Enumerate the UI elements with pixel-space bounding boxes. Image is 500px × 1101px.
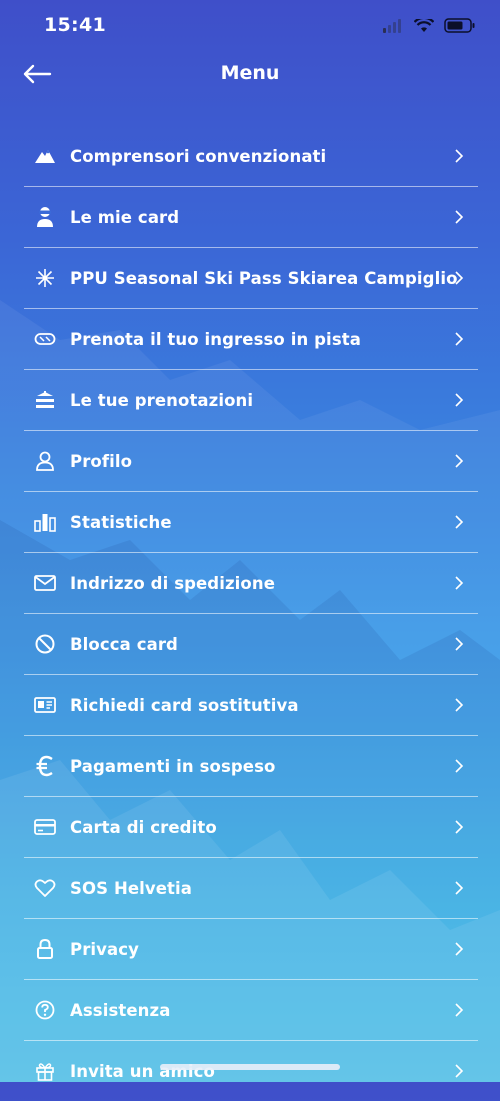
chairlift-icon <box>34 389 56 411</box>
chevron-right-icon <box>455 454 464 468</box>
chevron-right-icon <box>455 881 464 895</box>
menu-item-label: Pagamenti in sospeso <box>70 756 276 776</box>
chevron-right-icon <box>455 942 464 956</box>
menu-list: Comprensori convenzionati Le mie card PP… <box>24 126 478 1101</box>
status-time: 15:41 <box>44 14 106 36</box>
home-indicator[interactable] <box>160 1064 340 1070</box>
menu-item-le-mie-card[interactable]: Le mie card <box>24 187 478 248</box>
question-icon <box>34 999 56 1021</box>
menu-item-label: PPU Seasonal Ski Pass Skiarea Campiglio <box>70 268 458 288</box>
page-title: Menu <box>220 62 280 84</box>
menu-item-label: Prenota il tuo ingresso in pista <box>70 329 361 349</box>
menu-item-blocca-card[interactable]: Blocca card <box>24 614 478 675</box>
chevron-right-icon <box>455 271 464 285</box>
menu-item-richiedi-card[interactable]: Richiedi card sostitutiva <box>24 675 478 736</box>
chevron-right-icon <box>455 637 464 651</box>
menu-item-label: Assistenza <box>70 1000 171 1020</box>
chevron-right-icon <box>455 576 464 590</box>
menu-item-label: Carta di credito <box>70 817 217 837</box>
chevron-right-icon <box>455 820 464 834</box>
battery-icon <box>444 18 475 33</box>
chevron-right-icon <box>455 698 464 712</box>
menu-item-label: Profilo <box>70 451 133 471</box>
menu-item-le-tue-prenotazioni[interactable]: Le tue prenotazioni <box>24 370 478 431</box>
chevron-right-icon <box>455 1064 464 1078</box>
chevron-right-icon <box>455 149 464 163</box>
menu-item-label: Privacy <box>70 939 140 959</box>
bar-chart-icon <box>34 511 56 533</box>
block-icon <box>34 633 56 655</box>
heart-icon <box>34 877 56 899</box>
chevron-right-icon <box>455 210 464 224</box>
menu-item-sos-helvetia[interactable]: SOS Helvetia <box>24 858 478 919</box>
credit-card-icon <box>34 816 56 838</box>
goggles-icon <box>34 328 56 350</box>
envelope-icon <box>34 572 56 594</box>
chevron-right-icon <box>455 1003 464 1017</box>
header: Menu <box>0 54 500 94</box>
menu-item-privacy[interactable]: Privacy <box>24 919 478 980</box>
menu-item-label: Richiedi card sostitutiva <box>70 695 299 715</box>
menu-item-label: Comprensori convenzionati <box>70 146 327 166</box>
chevron-right-icon <box>455 515 464 529</box>
menu-item-label: Blocca card <box>70 634 178 654</box>
gift-icon <box>34 1060 56 1082</box>
menu-item-label: Le tue prenotazioni <box>70 390 254 410</box>
user-icon <box>34 450 56 472</box>
menu-item-label: Statistiche <box>70 512 172 532</box>
menu-item-pagamenti-sospeso[interactable]: Pagamenti in sospeso <box>24 736 478 797</box>
status-icons <box>382 18 476 33</box>
menu-item-indirizzo-spedizione[interactable]: Indrizzo di spedizione <box>24 553 478 614</box>
id-card-icon <box>34 694 56 716</box>
status-bar: 15:41 <box>0 0 500 54</box>
sparkle-icon <box>34 267 56 289</box>
euro-icon <box>34 755 56 777</box>
chevron-right-icon <box>455 332 464 346</box>
signal-icon <box>383 18 401 33</box>
skier-icon <box>34 206 56 228</box>
menu-item-comprensori[interactable]: Comprensori convenzionati <box>24 126 478 187</box>
chevron-right-icon <box>455 759 464 773</box>
menu-item-assistenza[interactable]: Assistenza <box>24 980 478 1041</box>
menu-item-profilo[interactable]: Profilo <box>24 431 478 492</box>
menu-item-prenota-ingresso[interactable]: Prenota il tuo ingresso in pista <box>24 309 478 370</box>
menu-item-statistiche[interactable]: Statistiche <box>24 492 478 553</box>
lock-icon <box>34 938 56 960</box>
wifi-icon <box>414 18 434 32</box>
menu-item-carta-credito[interactable]: Carta di credito <box>24 797 478 858</box>
menu-item-label: SOS Helvetia <box>70 878 193 898</box>
menu-item-label: Indrizzo di spedizione <box>70 573 276 593</box>
chevron-right-icon <box>455 393 464 407</box>
menu-item-invita-amico[interactable]: Invita un amico <box>24 1041 478 1101</box>
menu-item-ppu-seasonal[interactable]: PPU Seasonal Ski Pass Skiarea Campiglio <box>24 248 478 309</box>
menu-item-label: Le mie card <box>70 207 180 227</box>
mountain-icon <box>34 145 56 167</box>
